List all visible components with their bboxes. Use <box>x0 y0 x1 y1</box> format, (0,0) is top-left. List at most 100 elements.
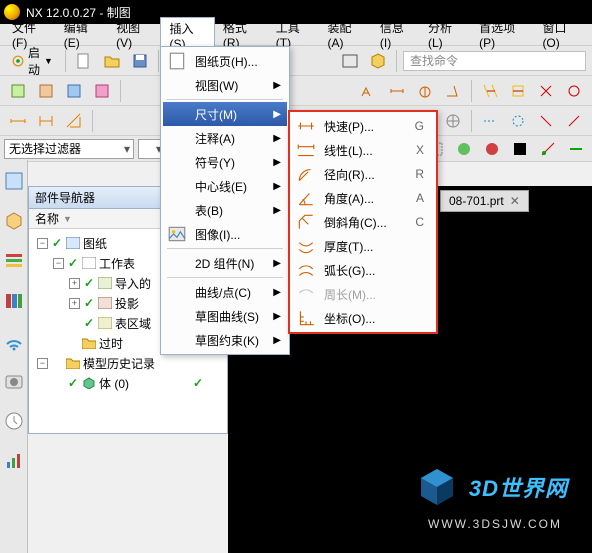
expand-icon[interactable]: + <box>69 278 80 289</box>
menu-item-view[interactable]: 视图(W)▶ <box>163 73 287 97</box>
submenu-linear[interactable]: 线性(L)...X <box>292 138 434 162</box>
tool-new[interactable] <box>72 49 96 73</box>
menu-item-curve[interactable]: 曲线/点(C)▶ <box>163 280 287 304</box>
separator <box>65 50 66 72</box>
arclength-dim-icon <box>296 260 316 280</box>
tool-sel5[interactable] <box>536 137 560 161</box>
submenu-rapid[interactable]: 快速(P)...G <box>292 114 434 138</box>
menu-item-sketchcurve[interactable]: 草图曲线(S)▶ <box>163 304 287 328</box>
tool-e1[interactable] <box>478 79 502 103</box>
menu-prefs[interactable]: 首选项(P) <box>471 17 534 52</box>
tool-e4[interactable] <box>562 79 586 103</box>
search-input[interactable]: 查找命令 <box>403 51 586 71</box>
tool-b1[interactable] <box>6 109 30 133</box>
submenu-arrow-icon: ▶ <box>273 311 281 322</box>
submenu-radial[interactable]: 径向(R)...R <box>292 162 434 186</box>
menu-edit[interactable]: 编辑(E) <box>56 17 108 52</box>
menu-item-annotation[interactable]: 注释(A)▶ <box>163 126 287 150</box>
tool-sel4[interactable] <box>508 137 532 161</box>
tool-d2[interactable] <box>385 79 409 103</box>
menu-view[interactable]: 视图(V) <box>108 17 160 52</box>
tool-a3[interactable] <box>62 79 86 103</box>
document-tab[interactable]: 08-701.prt ✕ <box>440 190 529 212</box>
menu-item-2dcomp[interactable]: 2D 组件(N)▶ <box>163 251 287 275</box>
sidebar-camera-icon[interactable] <box>3 370 25 392</box>
tool-a2[interactable] <box>34 79 58 103</box>
tool-g4[interactable] <box>562 109 586 133</box>
angular-dim-icon <box>296 188 316 208</box>
sidebar-clock-icon[interactable] <box>3 410 25 432</box>
selection-filter-combo[interactable]: 无选择过滤器 <box>4 139 134 159</box>
sidebar-wifi-icon[interactable] <box>3 330 25 352</box>
tool-g2[interactable] <box>506 109 530 133</box>
separator <box>396 50 397 72</box>
tool-f4[interactable] <box>441 109 465 133</box>
menu-item-centerline[interactable]: 中心线(E)▶ <box>163 174 287 198</box>
start-button[interactable]: 启动 ▼ <box>6 46 59 76</box>
menu-item-table[interactable]: 表(B)▶ <box>163 198 287 222</box>
close-icon[interactable]: ✕ <box>510 194 520 208</box>
menu-separator <box>167 248 283 249</box>
tree-node-body[interactable]: ✓体 (0)✓ <box>33 373 223 393</box>
tool-e2[interactable] <box>506 79 530 103</box>
tool-open[interactable] <box>100 49 124 73</box>
submenu-arrow-icon: ▶ <box>273 109 281 120</box>
tool-a4[interactable] <box>90 79 114 103</box>
submenu-arclength[interactable]: 弧长(G)... <box>292 258 434 282</box>
tool-window[interactable] <box>338 49 362 73</box>
tool-d1[interactable] <box>357 79 381 103</box>
shortcut: G <box>415 119 424 133</box>
sidebar-history-icon[interactable] <box>3 250 25 272</box>
menu-item-sketchconstr[interactable]: 草图约束(K)▶ <box>163 328 287 352</box>
menu-item-image[interactable]: 图像(I)... <box>163 222 287 246</box>
tool-b3[interactable] <box>62 109 86 133</box>
menu-label: 图纸页(H)... <box>195 53 267 70</box>
submenu-chamfer[interactable]: 倒斜角(C)...C <box>292 210 434 234</box>
menu-item-sheet[interactable]: 图纸页(H)... <box>163 49 287 73</box>
watermark-url: WWW.3DSJW.COM <box>428 517 562 531</box>
tool-e3[interactable] <box>534 79 558 103</box>
sidebar-chart-icon[interactable] <box>3 450 25 472</box>
tool-g1[interactable] <box>478 109 502 133</box>
tool-g3[interactable] <box>534 109 558 133</box>
tool-a1[interactable] <box>6 79 30 103</box>
tab-label: 08-701.prt <box>449 194 504 208</box>
tool-d3[interactable] <box>413 79 437 103</box>
tree-node-history[interactable]: −模型历史记录 <box>33 353 223 373</box>
menu-analysis[interactable]: 分析(L) <box>420 17 471 52</box>
tool-save[interactable] <box>128 49 152 73</box>
menu-assembly[interactable]: 装配(A) <box>320 17 372 52</box>
collapse-icon[interactable]: − <box>53 258 64 269</box>
tool-d4[interactable] <box>441 79 465 103</box>
tool-sel6[interactable] <box>564 137 588 161</box>
projection-icon <box>98 297 112 309</box>
sidebar-navigator-icon[interactable] <box>3 170 25 192</box>
menu-item-symbol[interactable]: 符号(Y)▶ <box>163 150 287 174</box>
menu-item-dimension[interactable]: 尺寸(M)▶ <box>163 102 287 126</box>
submenu-angular[interactable]: 角度(A)...A <box>292 186 434 210</box>
thickness-dim-icon <box>296 236 316 256</box>
sidebar-assembly-icon[interactable] <box>3 210 25 232</box>
menu-label: 倒斜角(C)... <box>324 214 414 231</box>
image-icon <box>167 224 187 244</box>
node-label: 工作表 <box>99 255 135 272</box>
tool-sel3[interactable] <box>480 137 504 161</box>
submenu-thickness[interactable]: 厚度(T)... <box>292 234 434 258</box>
linear-dim-icon <box>296 140 316 160</box>
menu-window[interactable]: 窗口(O) <box>534 17 588 52</box>
tool-b2[interactable] <box>34 109 58 133</box>
tool-part[interactable] <box>366 49 390 73</box>
region-icon <box>98 317 112 329</box>
separator <box>158 50 159 72</box>
submenu-arrow-icon: ▶ <box>273 157 281 168</box>
sidebar-books-icon[interactable] <box>3 290 25 312</box>
collapse-icon[interactable]: − <box>37 238 48 249</box>
tool-sel2[interactable] <box>452 137 476 161</box>
drawing-icon <box>66 237 80 249</box>
submenu-perimeter[interactable]: 周长(M)... <box>292 282 434 306</box>
menu-label: 周长(M)... <box>324 286 414 303</box>
collapse-icon[interactable]: − <box>37 358 48 369</box>
submenu-ordinate[interactable]: 坐标(O)... <box>292 306 434 330</box>
expand-icon[interactable]: + <box>69 298 80 309</box>
menu-info[interactable]: 信息(I) <box>372 17 420 52</box>
